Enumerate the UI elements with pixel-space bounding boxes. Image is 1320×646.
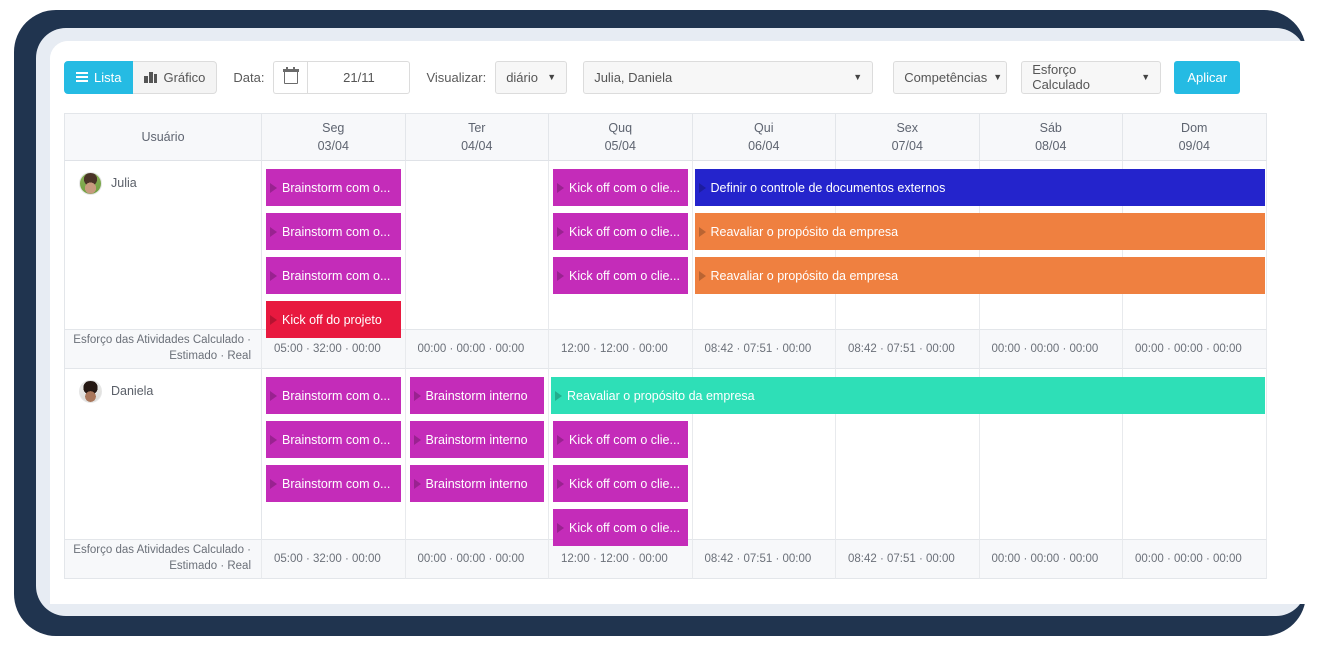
users-select[interactable]: Julia, Daniela ▼ <box>583 60 874 94</box>
bar-chart-icon <box>144 71 158 83</box>
task-bar-span[interactable]: Reavaliar o propósito da empresa <box>551 377 1265 414</box>
grid-header-row: Usuário Seg 03/04 Ter 04/04 Quq 05/04 Qui 06/04 S… <box>64 113 1274 161</box>
effort-summary-value: 00:00 · 00:00 · 00:00 <box>1123 329 1267 369</box>
task-bar[interactable]: Kick off com o clie... <box>553 421 688 458</box>
effort-value: Esforço Calculado <box>1032 62 1091 92</box>
task-bar-span[interactable]: Reavaliar o propósito da empresa <box>694 257 1265 294</box>
effort-summary-value: 08:42 · 07:51 · 00:00 <box>692 539 836 579</box>
day-name: Ter <box>468 120 486 135</box>
period-value: diário <box>506 69 538 85</box>
user-cell: Julia <box>64 161 262 329</box>
user-schedule-row: Daniela Brainstorm com o... Brainstorm com… <box>64 369 1274 546</box>
task-bar-span[interactable]: Reavaliar o propósito da empresa <box>694 213 1265 250</box>
day-column-header[interactable]: Ter 04/04 <box>405 113 549 161</box>
effort-summary-value: 12:00 · 12:00 · 00:00 <box>549 329 693 369</box>
effort-select[interactable]: Esforço Calculado ▼ <box>1021 60 1162 94</box>
day-cell[interactable]: Brainstorm com o... Brainstorm com o... Br… <box>262 161 406 338</box>
view-list-label: Lista <box>94 69 122 85</box>
day-date: 04/04 <box>461 139 493 153</box>
user-column-header: Usuário <box>64 113 262 161</box>
date-input[interactable]: 21/11 <box>307 60 411 94</box>
app-window: Lista Gráfico Data: 21/11 Visualizar: di… <box>50 41 1306 604</box>
apply-button[interactable]: Aplicar <box>1174 60 1241 94</box>
day-column-header[interactable]: Quq 05/04 <box>549 113 693 161</box>
task-bar[interactable]: Brainstorm interno <box>409 421 544 458</box>
task-bar[interactable]: Kick off com o clie... <box>553 169 688 206</box>
day-date: 09/04 <box>1178 139 1210 153</box>
user-name: Julia <box>111 176 137 190</box>
day-name: Seg <box>322 120 345 135</box>
day-cell[interactable]: Brainstorm interno Brainstorm interno Brai… <box>406 369 549 539</box>
bars-icon <box>76 72 88 82</box>
calendar-button[interactable] <box>273 60 308 94</box>
effort-summary-value: 00:00 · 00:00 · 00:00 <box>405 539 549 579</box>
view-chart-button[interactable]: Gráfico <box>133 60 218 94</box>
chevron-down-icon: ▼ <box>853 72 863 82</box>
user-schedule-row: Julia Brainstorm com o... Brainstorm com o… <box>64 161 1274 338</box>
task-bar[interactable]: Kick off com o clie... <box>553 509 688 546</box>
day-name: Sex <box>896 120 919 135</box>
task-bar[interactable]: Kick off do projeto <box>266 301 401 338</box>
day-date: 07/04 <box>891 139 923 153</box>
competencies-select[interactable]: Competências ▼ <box>893 60 1008 94</box>
day-column-header[interactable]: Dom 09/04 <box>1123 113 1267 161</box>
task-bar[interactable]: Brainstorm com o... <box>266 465 401 502</box>
competencies-value: Competências <box>904 69 988 85</box>
task-bar[interactable]: Kick off com o clie... <box>553 257 688 294</box>
effort-summary-value: 00:00 · 00:00 · 00:00 <box>979 329 1123 369</box>
avatar-julia <box>79 172 102 195</box>
user-cell: Daniela <box>64 369 262 539</box>
day-date: 05/04 <box>604 139 636 153</box>
day-date: 06/04 <box>748 139 780 153</box>
task-bar[interactable]: Brainstorm com o... <box>266 377 401 414</box>
users-value: Julia, Daniela <box>594 69 673 85</box>
day-column-header[interactable]: Sáb 08/04 <box>979 113 1123 161</box>
day-name: Quq <box>608 120 633 135</box>
period-select[interactable]: diário ▼ <box>495 60 568 94</box>
day-name: Sáb <box>1039 120 1062 135</box>
day-cell[interactable]: Brainstorm com o... Brainstorm com o... Br… <box>262 369 406 539</box>
chevron-down-icon: ▼ <box>1141 72 1151 82</box>
day-name: Qui <box>754 120 774 135</box>
effort-summary-value: 08:42 · 07:51 · 00:00 <box>836 539 980 579</box>
effort-summary-label: Esforço das Atividades Calculado · Estim… <box>64 329 262 369</box>
day-cell[interactable]: Kick off com o clie... Kick off com o cli… <box>549 161 693 329</box>
effort-summary-label: Esforço das Atividades Calculado · Estim… <box>64 539 262 579</box>
day-column-header[interactable]: Qui 06/04 <box>692 113 836 161</box>
effort-summary-value: 05:00 · 32:00 · 00:00 <box>262 539 406 579</box>
visualize-label: Visualizar: <box>426 69 487 85</box>
task-bar[interactable]: Brainstorm com o... <box>266 169 401 206</box>
day-date: 03/04 <box>317 139 349 153</box>
day-date: 08/04 <box>1035 139 1067 153</box>
user-name: Daniela <box>111 384 154 398</box>
schedule-grid: Usuário Seg 03/04 Ter 04/04 Quq 05/04 Qui 06/04 S… <box>64 113 1274 579</box>
task-bar[interactable]: Brainstorm interno <box>409 377 544 414</box>
effort-summary-value: 00:00 · 00:00 · 00:00 <box>405 329 549 369</box>
effort-summary-row: Esforço das Atividades Calculado · Estim… <box>64 329 1274 369</box>
task-bar[interactable]: Kick off com o clie... <box>553 465 688 502</box>
day-column-header[interactable]: Seg 03/04 <box>262 113 406 161</box>
task-bar[interactable]: Brainstorm interno <box>409 465 544 502</box>
effort-summary-value: 08:42 · 07:51 · 00:00 <box>692 329 836 369</box>
task-bar[interactable]: Brainstorm com o... <box>266 421 401 458</box>
chevron-down-icon: ▼ <box>547 72 557 82</box>
avatar-daniela <box>79 380 102 403</box>
effort-summary-value: 08:42 · 07:51 · 00:00 <box>836 329 980 369</box>
calendar-icon <box>283 67 299 84</box>
effort-summary-value: 00:00 · 00:00 · 00:00 <box>979 539 1123 579</box>
effort-summary-value: 00:00 · 00:00 · 00:00 <box>1123 539 1267 579</box>
grid-body: Julia Brainstorm com o... Brainstorm com o… <box>64 161 1274 579</box>
task-bar[interactable]: Brainstorm com o... <box>266 213 401 250</box>
chevron-down-icon: ▼ <box>993 72 1003 82</box>
task-bar-span[interactable]: Definir o controle de documentos externo… <box>694 169 1265 206</box>
view-chart-label: Gráfico <box>163 69 206 85</box>
day-column-header[interactable]: Sex 07/04 <box>836 113 980 161</box>
view-list-button[interactable]: Lista <box>64 60 134 94</box>
task-bar[interactable]: Brainstorm com o... <box>266 257 401 294</box>
day-cell[interactable] <box>406 161 549 329</box>
day-name: Dom <box>1181 120 1208 135</box>
toolbar: Lista Gráfico Data: 21/11 Visualizar: di… <box>50 41 1306 113</box>
date-label: Data: <box>233 69 265 85</box>
task-bar[interactable]: Kick off com o clie... <box>553 213 688 250</box>
